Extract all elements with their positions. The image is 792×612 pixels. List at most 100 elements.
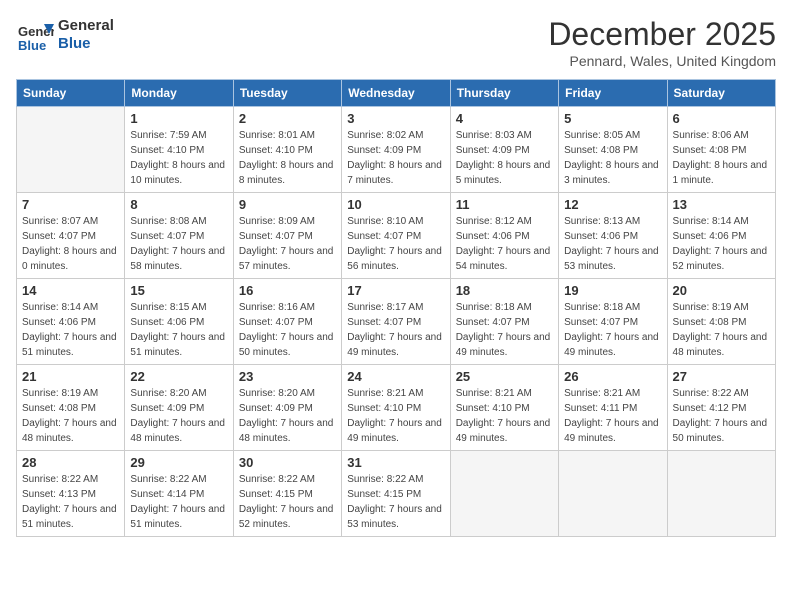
- logo-blue: Blue: [58, 35, 114, 53]
- day-number: 14: [22, 283, 119, 298]
- day-cell: 3 Sunrise: 8:02 AMSunset: 4:09 PMDaylight…: [342, 107, 450, 193]
- day-info: Sunrise: 8:06 AMSunset: 4:08 PMDaylight:…: [673, 128, 770, 188]
- day-cell: 29Sunrise: 8:22 AMSunset: 4:14 PMDayligh…: [125, 451, 233, 537]
- day-number: 21: [22, 369, 119, 384]
- day-cell: 13Sunrise: 8:14 AMSunset: 4:06 PMDayligh…: [667, 193, 775, 279]
- day-info: Sunrise: 8:01 AMSunset: 4:10 PMDaylight:…: [239, 128, 336, 188]
- day-cell: 30 Sunrise: 8:22 AMSunset: 4:15 PMDayligh…: [233, 451, 341, 537]
- day-number: 4: [456, 111, 553, 126]
- svg-text:Blue: Blue: [18, 38, 46, 53]
- day-info: Sunrise: 8:14 AMSunset: 4:06 PMDaylight:…: [673, 214, 770, 274]
- day-cell: [17, 107, 125, 193]
- day-info: Sunrise: 8:13 AMSunset: 4:06 PMDaylight:…: [564, 214, 661, 274]
- day-number: 31: [347, 455, 444, 470]
- calendar-header-row: Sunday Monday Tuesday Wednesday Thursday…: [17, 80, 776, 107]
- day-number: 3: [347, 111, 444, 126]
- day-cell: 19 Sunrise: 8:18 AMSunset: 4:07 PMDayligh…: [559, 279, 667, 365]
- day-cell: 14 Sunrise: 8:14 AMSunset: 4:06 PMDayligh…: [17, 279, 125, 365]
- day-cell: 2 Sunrise: 8:01 AMSunset: 4:10 PMDaylight…: [233, 107, 341, 193]
- day-number: 18: [456, 283, 553, 298]
- day-number: 16: [239, 283, 336, 298]
- day-cell: 31 Sunrise: 8:22 AMSunset: 4:15 PMDayligh…: [342, 451, 450, 537]
- day-cell: 8 Sunrise: 8:08 AMSunset: 4:07 PMDaylight…: [125, 193, 233, 279]
- col-sunday: Sunday: [17, 80, 125, 107]
- day-info: Sunrise: 8:12 AMSunset: 4:06 PMDaylight:…: [456, 214, 553, 274]
- logo-general: General: [58, 17, 114, 35]
- day-number: 26: [564, 369, 661, 384]
- day-number: 23: [239, 369, 336, 384]
- day-info: Sunrise: 8:03 AMSunset: 4:09 PMDaylight:…: [456, 128, 553, 188]
- day-info: Sunrise: 8:22 AMSunset: 4:12 PMDaylight:…: [673, 386, 770, 446]
- day-cell: 11 Sunrise: 8:12 AMSunset: 4:06 PMDayligh…: [450, 193, 558, 279]
- col-friday: Friday: [559, 80, 667, 107]
- day-cell: 9Sunrise: 8:09 AMSunset: 4:07 PMDaylight…: [233, 193, 341, 279]
- day-info: Sunrise: 8:02 AMSunset: 4:09 PMDaylight:…: [347, 128, 444, 188]
- week-row-1: 1 Sunrise: 7:59 AMSunset: 4:10 PMDaylight…: [17, 107, 776, 193]
- day-info: Sunrise: 8:07 AMSunset: 4:07 PMDaylight:…: [22, 214, 119, 274]
- day-cell: 5Sunrise: 8:05 AMSunset: 4:08 PMDaylight…: [559, 107, 667, 193]
- day-cell: 28 Sunrise: 8:22 AMSunset: 4:13 PMDayligh…: [17, 451, 125, 537]
- day-info: Sunrise: 8:22 AMSunset: 4:13 PMDaylight:…: [22, 472, 119, 532]
- header: General Blue General Blue December 2025 …: [16, 16, 776, 69]
- day-number: 28: [22, 455, 119, 470]
- day-info: Sunrise: 8:18 AMSunset: 4:07 PMDaylight:…: [456, 300, 553, 360]
- day-info: Sunrise: 8:10 AMSunset: 4:07 PMDaylight:…: [347, 214, 444, 274]
- week-row-4: 21 Sunrise: 8:19 AMSunset: 4:08 PMDayligh…: [17, 365, 776, 451]
- day-number: 27: [673, 369, 770, 384]
- day-info: Sunrise: 8:14 AMSunset: 4:06 PMDaylight:…: [22, 300, 119, 360]
- day-cell: 25Sunrise: 8:21 AMSunset: 4:10 PMDayligh…: [450, 365, 558, 451]
- day-cell: 27 Sunrise: 8:22 AMSunset: 4:12 PMDayligh…: [667, 365, 775, 451]
- logo: General Blue General Blue: [16, 16, 114, 54]
- day-info: Sunrise: 8:22 AMSunset: 4:15 PMDaylight:…: [239, 472, 336, 532]
- day-number: 6: [673, 111, 770, 126]
- day-cell: 20Sunrise: 8:19 AMSunset: 4:08 PMDayligh…: [667, 279, 775, 365]
- day-cell: 24Sunrise: 8:21 AMSunset: 4:10 PMDayligh…: [342, 365, 450, 451]
- logo-text: General Blue: [58, 17, 114, 53]
- day-cell: 4 Sunrise: 8:03 AMSunset: 4:09 PMDaylight…: [450, 107, 558, 193]
- day-cell: 10 Sunrise: 8:10 AMSunset: 4:07 PMDayligh…: [342, 193, 450, 279]
- week-row-2: 7 Sunrise: 8:07 AMSunset: 4:07 PMDaylight…: [17, 193, 776, 279]
- day-info: Sunrise: 8:19 AMSunset: 4:08 PMDaylight:…: [673, 300, 770, 360]
- day-number: 8: [130, 197, 227, 212]
- day-cell: 26 Sunrise: 8:21 AMSunset: 4:11 PMDayligh…: [559, 365, 667, 451]
- day-info: Sunrise: 8:16 AMSunset: 4:07 PMDaylight:…: [239, 300, 336, 360]
- day-cell: 15Sunrise: 8:15 AMSunset: 4:06 PMDayligh…: [125, 279, 233, 365]
- day-cell: 18 Sunrise: 8:18 AMSunset: 4:07 PMDayligh…: [450, 279, 558, 365]
- day-number: 5: [564, 111, 661, 126]
- col-wednesday: Wednesday: [342, 80, 450, 107]
- day-cell: 21 Sunrise: 8:19 AMSunset: 4:08 PMDayligh…: [17, 365, 125, 451]
- day-number: 10: [347, 197, 444, 212]
- day-number: 11: [456, 197, 553, 212]
- day-number: 19: [564, 283, 661, 298]
- week-row-3: 14 Sunrise: 8:14 AMSunset: 4:06 PMDayligh…: [17, 279, 776, 365]
- day-info: Sunrise: 8:21 AMSunset: 4:11 PMDaylight:…: [564, 386, 661, 446]
- day-info: Sunrise: 8:09 AMSunset: 4:07 PMDaylight:…: [239, 214, 336, 274]
- day-cell: 16 Sunrise: 8:16 AMSunset: 4:07 PMDayligh…: [233, 279, 341, 365]
- day-info: Sunrise: 8:08 AMSunset: 4:07 PMDaylight:…: [130, 214, 227, 274]
- day-number: 17: [347, 283, 444, 298]
- day-cell: [450, 451, 558, 537]
- day-cell: 22Sunrise: 8:20 AMSunset: 4:09 PMDayligh…: [125, 365, 233, 451]
- day-number: 1: [130, 111, 227, 126]
- day-cell: [667, 451, 775, 537]
- day-cell: 12 Sunrise: 8:13 AMSunset: 4:06 PMDayligh…: [559, 193, 667, 279]
- day-info: Sunrise: 8:18 AMSunset: 4:07 PMDaylight:…: [564, 300, 661, 360]
- day-info: Sunrise: 7:59 AMSunset: 4:10 PMDaylight:…: [130, 128, 227, 188]
- day-cell: 6 Sunrise: 8:06 AMSunset: 4:08 PMDaylight…: [667, 107, 775, 193]
- calendar-table: Sunday Monday Tuesday Wednesday Thursday…: [16, 79, 776, 537]
- day-number: 12: [564, 197, 661, 212]
- day-number: 7: [22, 197, 119, 212]
- day-info: Sunrise: 8:19 AMSunset: 4:08 PMDaylight:…: [22, 386, 119, 446]
- day-cell: [559, 451, 667, 537]
- month-title: December 2025: [548, 16, 776, 53]
- day-number: 22: [130, 369, 227, 384]
- col-thursday: Thursday: [450, 80, 558, 107]
- location-subtitle: Pennard, Wales, United Kingdom: [548, 53, 776, 69]
- day-info: Sunrise: 8:22 AMSunset: 4:15 PMDaylight:…: [347, 472, 444, 532]
- day-number: 30: [239, 455, 336, 470]
- day-cell: 17 Sunrise: 8:17 AMSunset: 4:07 PMDayligh…: [342, 279, 450, 365]
- day-number: 24: [347, 369, 444, 384]
- day-number: 2: [239, 111, 336, 126]
- day-number: 25: [456, 369, 553, 384]
- day-info: Sunrise: 8:17 AMSunset: 4:07 PMDaylight:…: [347, 300, 444, 360]
